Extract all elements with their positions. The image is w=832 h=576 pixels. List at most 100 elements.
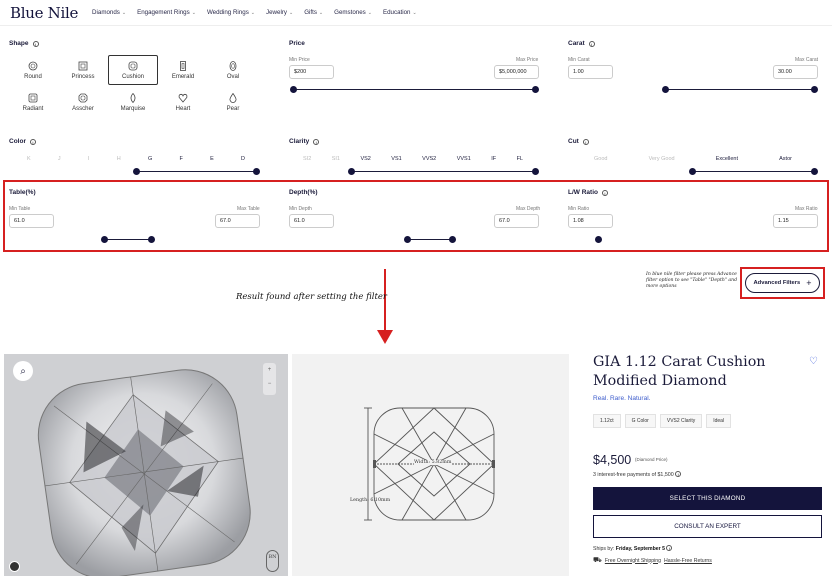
diamond-photo[interactable]: ⌕ + − BN — [4, 354, 288, 576]
chevron-down-icon: ⌄ — [318, 9, 324, 16]
info-icon[interactable]: i — [29, 138, 36, 145]
search-icon[interactable]: ⌕ — [13, 361, 33, 381]
logo[interactable]: Blue Nile — [10, 4, 78, 22]
color-grade[interactable]: E — [210, 156, 214, 162]
price-slider-min-handle[interactable] — [290, 86, 297, 93]
cut-grade[interactable]: Good — [594, 156, 607, 162]
max-price-input[interactable] — [494, 65, 539, 79]
clarity-grade[interactable]: VVS2 — [422, 156, 436, 162]
color-grade[interactable]: D — [241, 156, 245, 162]
info-icon[interactable]: i — [588, 40, 595, 47]
color-grade[interactable]: J — [58, 156, 61, 162]
shape-asscher[interactable]: Asscher — [58, 87, 108, 117]
max-ratio-input[interactable] — [773, 214, 818, 228]
product-tagline: Real. Rare. Natural. — [593, 395, 651, 402]
carat-slider-max-handle[interactable] — [811, 86, 818, 93]
top-nav: Blue Nile Diamonds ⌄ Engagement Rings ⌄ We… — [0, 0, 832, 26]
nav-jewelry[interactable]: Jewelry ⌄ — [266, 9, 293, 16]
clarity-grade[interactable]: SI2 — [303, 156, 311, 162]
cut-grade[interactable]: Very Good — [649, 156, 675, 162]
heart-icon — [178, 93, 188, 103]
depth-slider-max-handle[interactable] — [449, 236, 456, 243]
shape-heart[interactable]: Heart — [158, 87, 208, 117]
min-ratio-input[interactable] — [568, 214, 613, 228]
shape-radiant[interactable]: Radiant — [8, 87, 58, 117]
cut-slider-max-handle[interactable] — [811, 168, 818, 175]
shape-princess[interactable]: Princess — [58, 55, 108, 85]
color-slider-max-handle[interactable] — [253, 168, 260, 175]
min-table-input[interactable] — [9, 214, 54, 228]
min-depth-input[interactable] — [289, 214, 334, 228]
color-slider-min-handle[interactable] — [133, 168, 140, 175]
lw-ratio-slider-handle[interactable] — [595, 236, 602, 243]
select-diamond-button[interactable]: SELECT THIS DIAMOND — [593, 487, 822, 510]
price-slider-track[interactable] — [293, 89, 536, 91]
min-price-input[interactable] — [289, 65, 334, 79]
info-icon[interactable]: i — [32, 40, 39, 47]
min-carat-input[interactable] — [568, 65, 613, 79]
clarity-slider-max-handle[interactable] — [532, 168, 539, 175]
cut-slider-track[interactable] — [692, 171, 815, 173]
info-icon[interactable]: i — [666, 545, 673, 551]
zoom-out-button[interactable]: − — [263, 377, 276, 391]
cut-scale[interactable]: Good Very Good Excellent Astor — [594, 156, 792, 162]
table-slider-max-handle[interactable] — [148, 236, 155, 243]
free-shipping-link[interactable]: Free Overnight Shipping — [605, 558, 661, 564]
info-icon[interactable]: i — [582, 138, 589, 145]
info-icon[interactable]: i — [675, 471, 682, 477]
shape-pear[interactable]: Pear — [208, 87, 258, 117]
plus-icon: + — [806, 278, 812, 288]
nav-diamonds[interactable]: Diamonds ⌄ — [92, 9, 126, 16]
expand-icon[interactable] — [9, 561, 20, 572]
price-slider-max-handle[interactable] — [532, 86, 539, 93]
favorite-heart-icon[interactable]: ♡ — [809, 356, 818, 367]
carat-slider-min-handle[interactable] — [662, 86, 669, 93]
cut-grade[interactable]: Excellent — [716, 156, 738, 162]
nav-wedding-rings[interactable]: Wedding Rings ⌄ — [207, 9, 255, 16]
max-ratio-label: Max Ratio — [795, 206, 818, 212]
shape-marquise[interactable]: Marquise — [108, 87, 158, 117]
table-slider-track[interactable] — [104, 239, 152, 241]
clarity-grade[interactable]: VS1 — [391, 156, 401, 162]
free-returns-link[interactable]: Hassle-Free Returns — [664, 558, 712, 564]
nav-gemstones[interactable]: Gemstones ⌄ — [334, 9, 372, 16]
clarity-scale[interactable]: SI2 SI1 VS2 VS1 VVS2 VVS1 IF FL — [303, 156, 523, 162]
clarity-grade[interactable]: VS2 — [360, 156, 370, 162]
zoom-in-button[interactable]: + — [263, 363, 276, 377]
clarity-grade[interactable]: IF — [491, 156, 496, 162]
color-grade[interactable]: F — [179, 156, 182, 162]
consult-expert-button[interactable]: CONSULT AN EXPERT — [593, 515, 822, 538]
info-icon[interactable]: i — [601, 189, 608, 196]
nav-education[interactable]: Education ⌄ — [383, 9, 417, 16]
carat-slider-track[interactable] — [665, 89, 815, 91]
info-icon[interactable]: i — [313, 138, 320, 145]
depth-slider-min-handle[interactable] — [404, 236, 411, 243]
color-scale[interactable]: K J I H G F E D — [27, 156, 245, 162]
clarity-slider-min-handle[interactable] — [348, 168, 355, 175]
clarity-grade[interactable]: SI1 — [332, 156, 340, 162]
max-table-input[interactable] — [215, 214, 260, 228]
annotation-result-text: Result found after setting the filter — [236, 292, 387, 302]
shape-emerald[interactable]: Emerald — [158, 55, 208, 85]
clarity-grade[interactable]: FL — [517, 156, 523, 162]
shape-cushion[interactable]: Cushion — [108, 55, 158, 85]
clarity-slider-track[interactable] — [351, 171, 536, 173]
nav-gifts[interactable]: Gifts ⌄ — [304, 9, 323, 16]
table-slider-min-handle[interactable] — [101, 236, 108, 243]
color-grade[interactable]: I — [88, 156, 90, 162]
color-slider-track[interactable] — [136, 171, 257, 173]
clarity-grade[interactable]: VVS1 — [457, 156, 471, 162]
radiant-icon — [28, 93, 38, 102]
color-grade[interactable]: K — [27, 156, 31, 162]
cut-slider-min-handle[interactable] — [689, 168, 696, 175]
depth-slider-track[interactable] — [407, 239, 453, 241]
shape-oval[interactable]: Oval — [208, 55, 258, 85]
max-carat-input[interactable] — [773, 65, 818, 79]
shape-round[interactable]: Round — [8, 55, 58, 85]
color-grade[interactable]: G — [148, 156, 152, 162]
advanced-filters-button[interactable]: Advanced Filters + — [745, 273, 820, 293]
max-depth-input[interactable] — [494, 214, 539, 228]
cut-grade[interactable]: Astor — [779, 156, 792, 162]
nav-engagement-rings[interactable]: Engagement Rings ⌄ — [137, 9, 196, 16]
color-grade[interactable]: H — [117, 156, 121, 162]
